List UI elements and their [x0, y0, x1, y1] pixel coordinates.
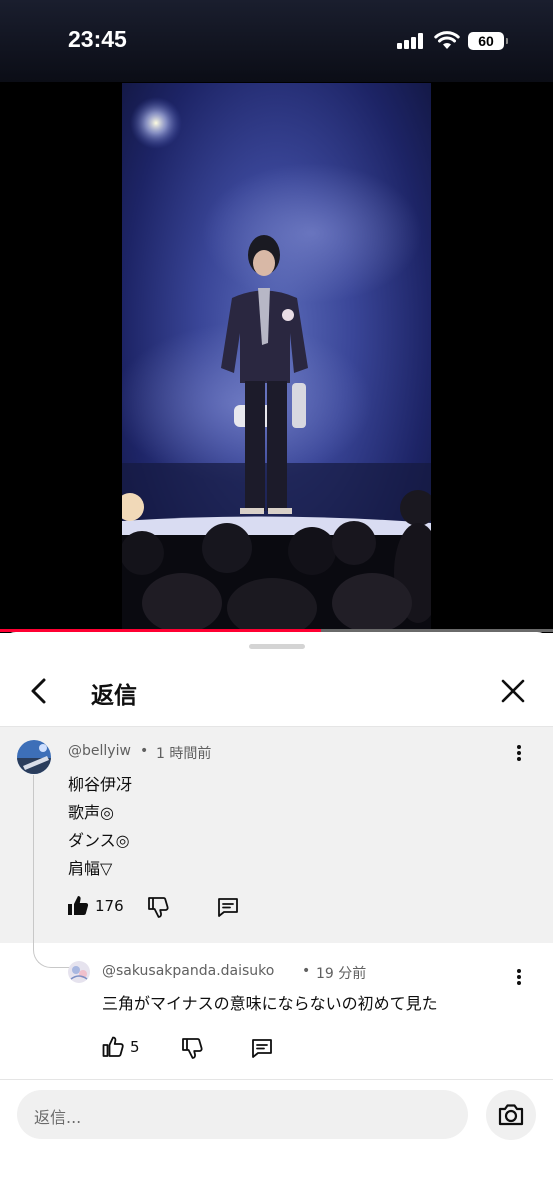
parent-comment: @bellyiw • 1 時間前 柳谷伊冴 歌声◎ ダンス◎ 肩幅▽ 176 — [0, 727, 553, 943]
reply-text: 三角がマイナスの意味にならないの初めて見た — [102, 994, 438, 1013]
camera-icon — [498, 1104, 524, 1126]
cellular-signal-icon — [397, 33, 425, 49]
drag-handle[interactable] — [249, 644, 305, 649]
like-count: 5 — [130, 1038, 140, 1056]
comment-icon[interactable] — [216, 895, 240, 919]
chevron-left-icon[interactable] — [24, 676, 54, 706]
more-vert-icon[interactable] — [516, 967, 522, 989]
input-divider — [0, 1079, 553, 1080]
meta-separator: • — [302, 963, 311, 979]
status-time: 23:45 — [68, 26, 127, 52]
comment-icon[interactable] — [250, 1036, 274, 1060]
status-bar: 23:45 60 — [0, 0, 553, 82]
comment-time: 19 分前 — [316, 966, 367, 982]
reply-input-placeholder: 返信... — [34, 1108, 82, 1127]
video-frame-image — [122, 97, 431, 629]
thread-connector-line — [33, 775, 70, 968]
video-area: 23:45 60 — [0, 0, 553, 633]
meta-separator: • — [140, 743, 149, 759]
thumb-up-icon[interactable] — [101, 1035, 125, 1059]
close-icon[interactable] — [500, 678, 526, 704]
wifi-icon — [434, 31, 460, 49]
battery-indicator: 60 — [468, 32, 508, 50]
comment-text-line: 歌声◎ — [68, 803, 114, 822]
avatar[interactable] — [68, 961, 90, 983]
camera-button[interactable] — [486, 1090, 536, 1140]
more-vert-icon[interactable] — [516, 743, 522, 765]
comment-author[interactable]: @sakusakpanda.daisuko — [102, 963, 274, 979]
comment-text-line: 肩幅▽ — [68, 859, 113, 878]
comment-text-line: ダンス◎ — [68, 831, 130, 850]
thumb-down-icon[interactable] — [146, 895, 170, 919]
comment-author[interactable]: @bellyiw — [68, 743, 131, 759]
like-count: 176 — [95, 897, 124, 915]
thumb-down-icon[interactable] — [180, 1036, 204, 1060]
battery-level: 60 — [478, 33, 494, 49]
comment-text-line: 柳谷伊冴 — [68, 775, 133, 794]
panel-title: 返信 — [91, 683, 137, 709]
video-player[interactable] — [122, 83, 431, 629]
comment-time: 1 時間前 — [156, 746, 212, 762]
reply-input[interactable]: 返信... — [17, 1090, 468, 1139]
avatar[interactable] — [17, 740, 51, 774]
